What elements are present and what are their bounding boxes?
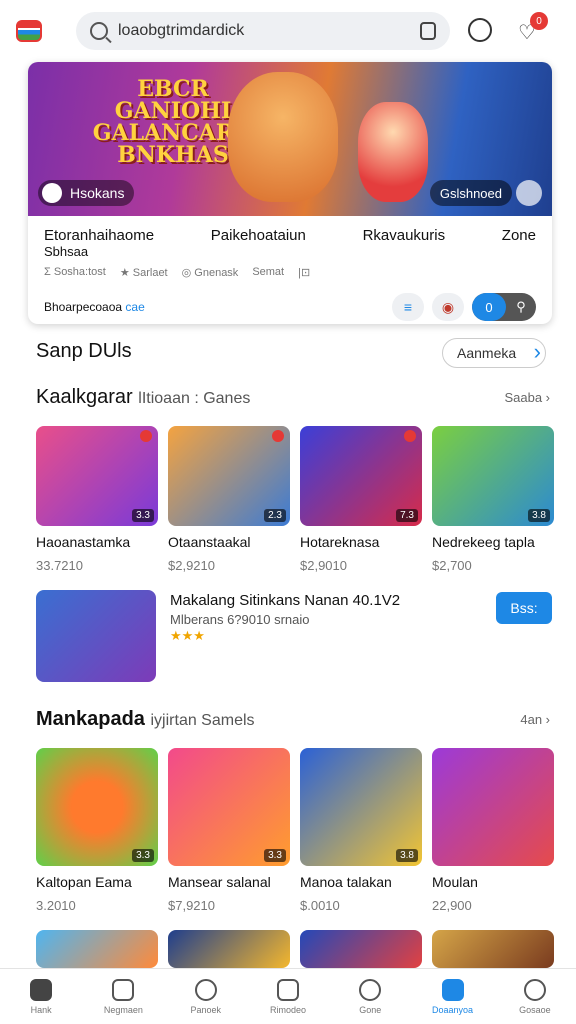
game-thumbnail[interactable]: 3.3 bbox=[36, 426, 158, 526]
section-action-button[interactable]: Aanmeka bbox=[442, 338, 546, 368]
kid-character-image bbox=[358, 102, 428, 202]
nav-item-search[interactable]: Panoek bbox=[165, 969, 247, 1024]
see-more-link[interactable]: 4an › bbox=[520, 712, 550, 727]
scan-icon[interactable] bbox=[420, 22, 436, 40]
game-thumbnail[interactable] bbox=[36, 930, 158, 968]
nav-item-store[interactable]: Negmaen bbox=[82, 969, 164, 1024]
nav-item-games[interactable]: Rimodeo bbox=[247, 969, 329, 1024]
nav-item-profile[interactable]: Gosaoe bbox=[494, 969, 576, 1024]
nav-item-home[interactable]: Hank bbox=[0, 969, 82, 1024]
game-price: $2,9210 bbox=[168, 558, 215, 573]
game-card[interactable]: 3.3 Kaltopan Eama 3.2010 bbox=[36, 748, 158, 913]
hero-footer: Bhoarpecoaoa cae ≡ ◉ 0 ⚲ bbox=[44, 293, 536, 321]
hero-banner[interactable]: EBCR GANIOHI GALANCARO BNKHAS Hsokans Gs… bbox=[28, 62, 552, 216]
featured-hero-card[interactable]: EBCR GANIOHI GALANCARO BNKHAS Hsokans Gs… bbox=[28, 62, 552, 324]
hero-footer-text: Bhoarpecoaoa cae bbox=[44, 300, 145, 314]
notification-badge: 0 bbox=[530, 12, 548, 30]
game-price: $.0010 bbox=[300, 898, 340, 913]
hero-column: Rkavaukuris bbox=[362, 227, 446, 244]
category-chip[interactable]: Gslshnoed bbox=[429, 180, 512, 206]
game-card[interactable]: 2.3 Otaanstaakal $2,9210 bbox=[168, 426, 290, 573]
game-price: $2,9010 bbox=[300, 558, 347, 573]
search-input[interactable]: loaobgtrimdardick bbox=[118, 22, 420, 40]
game-title: Moulan bbox=[432, 874, 478, 890]
hero-info: Etoranhaihaome Sbhsaa Paikehoataiun Rkava… bbox=[28, 216, 552, 324]
hero-column: Etoranhaihaome Sbhsaa bbox=[44, 227, 155, 260]
see-more-link[interactable]: Saaba › bbox=[504, 390, 550, 405]
buy-button[interactable]: Bss: bbox=[496, 592, 552, 624]
avatar-icon bbox=[42, 183, 62, 203]
featured-thumbnail[interactable] bbox=[36, 590, 156, 682]
search-bar[interactable]: loaobgtrimdardick bbox=[76, 12, 450, 50]
game-price: 22,900 bbox=[432, 898, 472, 913]
featured-meta: Mlberans 6?9010 srnaio bbox=[170, 612, 310, 627]
game-price: 33.7210 bbox=[36, 558, 83, 573]
game-card[interactable] bbox=[432, 930, 554, 968]
game-thumbnail[interactable] bbox=[300, 930, 422, 968]
app-logo-icon[interactable] bbox=[16, 20, 42, 42]
game-thumbnail[interactable] bbox=[168, 930, 290, 968]
game-card[interactable]: 3.8 Manoa talakan $.0010 bbox=[300, 748, 422, 913]
game-title: Manoa talakan bbox=[300, 874, 392, 890]
game-card[interactable]: Moulan 22,900 bbox=[432, 748, 554, 913]
game-card[interactable]: 3.8 Nedrekeeg tapla $2,700 bbox=[432, 426, 554, 573]
bag-icon bbox=[441, 978, 464, 1001]
game-thumbnail[interactable]: 3.3 bbox=[168, 748, 290, 866]
search-icon[interactable]: ⚲ bbox=[506, 299, 536, 315]
toggle-segment[interactable]: 0 ⚲ bbox=[472, 293, 536, 321]
gamepad-icon bbox=[276, 978, 299, 1001]
section-title: Sanp DUls bbox=[36, 340, 132, 362]
hero-columns: Etoranhaihaome Sbhsaa Paikehoataiun Rkava… bbox=[44, 228, 536, 260]
hero-meta: Σ Sosha:tost ★ Sarlaet ◎ Gnenask Semat |⊡ bbox=[44, 266, 311, 279]
nav-item-favorites[interactable]: Gone bbox=[329, 969, 411, 1024]
game-price: $2,700 bbox=[432, 558, 472, 573]
fox-character-image bbox=[228, 72, 338, 202]
game-price: $7,9210 bbox=[168, 898, 215, 913]
download-icon[interactable] bbox=[468, 18, 492, 42]
game-thumbnail[interactable]: 3.3 bbox=[36, 748, 158, 866]
search-icon bbox=[90, 22, 108, 40]
record-icon[interactable]: ◉ bbox=[432, 293, 464, 321]
game-title: Kaltopan Eama bbox=[36, 874, 132, 890]
game-thumbnail[interactable]: 7.3 bbox=[300, 426, 422, 526]
profile-icon bbox=[523, 978, 546, 1001]
game-card[interactable]: 3.3 Mansear salanal $7,9210 bbox=[168, 748, 290, 913]
game-thumbnail[interactable]: 3.8 bbox=[300, 748, 422, 866]
game-price: 3.2010 bbox=[36, 898, 76, 913]
hero-column: Paikehoataiun bbox=[210, 227, 306, 244]
game-thumbnail[interactable]: 2.3 bbox=[168, 426, 290, 526]
game-thumbnail[interactable] bbox=[432, 930, 554, 968]
game-title: Nedrekeeg tapla bbox=[432, 534, 535, 550]
section-title: Kaalkgarar lItioaan : Ganes bbox=[36, 386, 251, 408]
rating-stars: ★★★ bbox=[170, 628, 205, 643]
menu-icon[interactable]: ≡ bbox=[392, 293, 424, 321]
game-card[interactable]: 7.3 Hotareknasa $2,9010 bbox=[300, 426, 422, 573]
search-icon bbox=[194, 978, 217, 1001]
game-title: Otaanstaakal bbox=[168, 534, 251, 550]
game-card[interactable] bbox=[36, 930, 158, 968]
user-chip[interactable]: Hsokans bbox=[38, 180, 135, 206]
store-icon bbox=[112, 978, 135, 1001]
featured-title: Makalang Sitinkans Nanan 40.1V2 bbox=[170, 592, 401, 609]
game-thumbnail[interactable] bbox=[432, 748, 554, 866]
heart-icon bbox=[359, 978, 382, 1001]
game-thumbnail[interactable]: 3.8 bbox=[432, 426, 554, 526]
section-title: Mankapada iyjirtan Samels bbox=[36, 708, 255, 730]
game-title: Mansear salanal bbox=[168, 874, 271, 890]
top-bar: loaobgtrimdardick ♡ 0 bbox=[0, 0, 576, 62]
hero-column: Zone bbox=[501, 227, 536, 244]
game-card[interactable]: 3.3 Haoanastamka 33.7210 bbox=[36, 426, 158, 573]
game-card[interactable] bbox=[168, 930, 290, 968]
game-title: Haoanastamka bbox=[36, 534, 131, 550]
nav-item-active[interactable]: Doaanyoa bbox=[411, 969, 493, 1024]
home-icon bbox=[30, 978, 53, 1001]
game-title: Hotareknasa bbox=[300, 534, 380, 550]
share-icon[interactable] bbox=[516, 180, 542, 206]
game-card[interactable] bbox=[300, 930, 422, 968]
bottom-nav: Hank Negmaen Panoek Rimodeo Gone Doaanyo… bbox=[0, 968, 576, 1024]
